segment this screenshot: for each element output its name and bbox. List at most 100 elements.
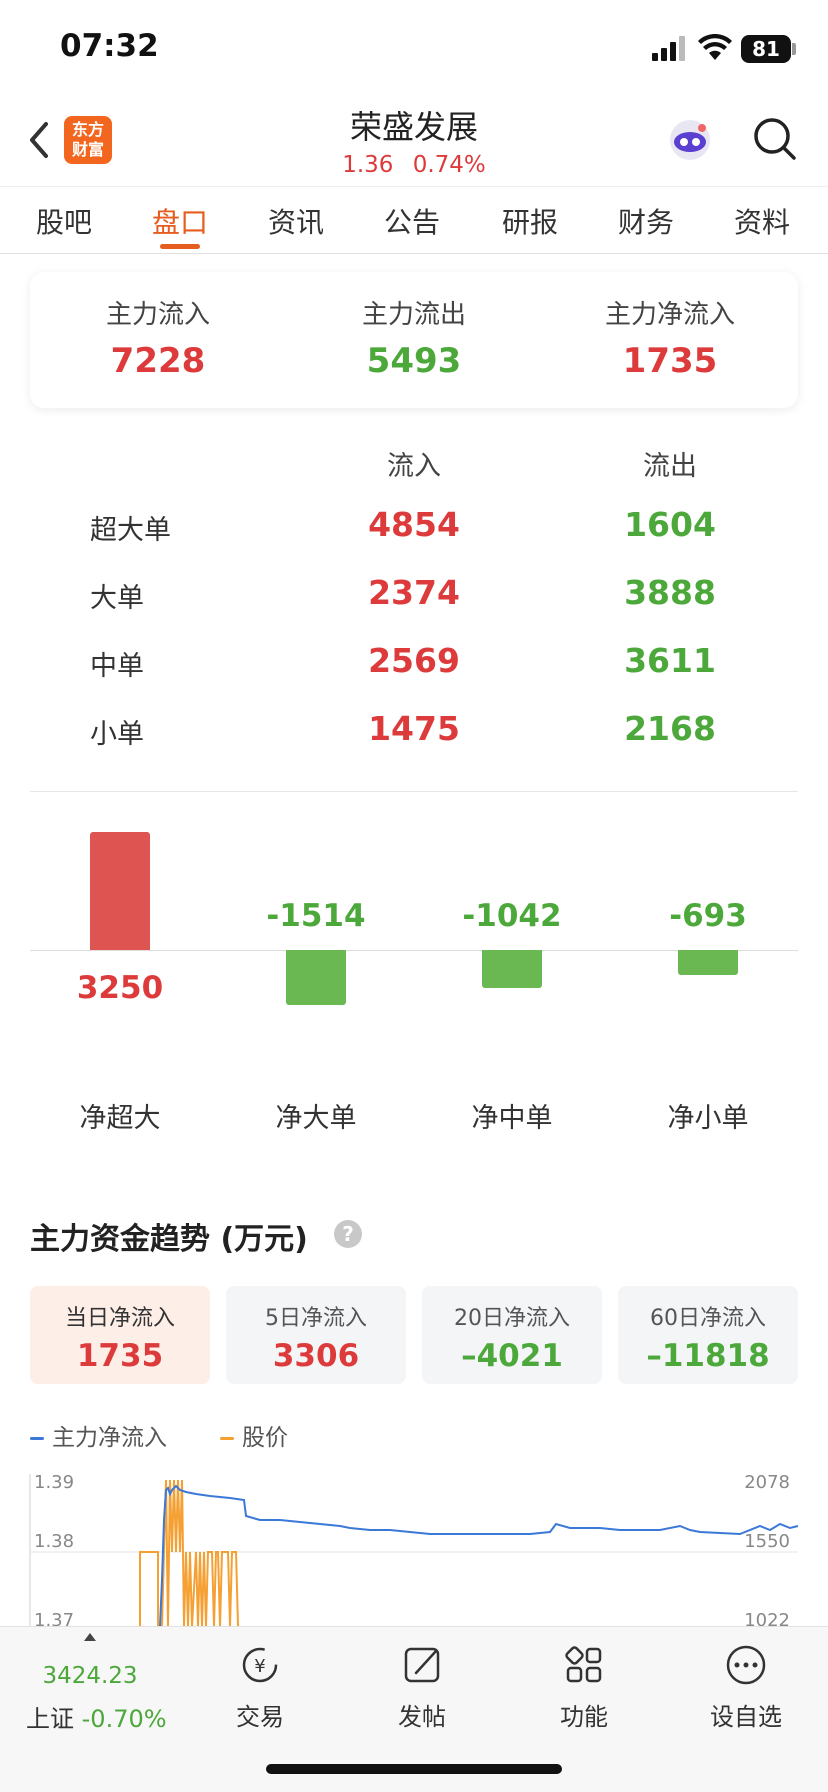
nav-label: 交易 bbox=[236, 1703, 284, 1731]
main-outflow-col: 主力流出 5493 bbox=[286, 294, 542, 381]
stat-60day-net-inflow[interactable]: 60日净流入 –11818 bbox=[618, 1286, 798, 1384]
flow-header-outflow: 流出 bbox=[643, 451, 697, 482]
cellular-signal-icon bbox=[652, 36, 685, 61]
series-main-net-inflow-line bbox=[159, 1484, 799, 1626]
trend-title: 主力资金趋势 (万元) bbox=[30, 1222, 308, 1257]
stat-value: 1735 bbox=[76, 1338, 164, 1374]
nav-trade[interactable]: ¥ 交易 bbox=[200, 1643, 320, 1732]
home-indicator bbox=[266, 1764, 562, 1774]
main-net-inflow-label: 主力净流入 bbox=[604, 300, 735, 330]
battery-cap bbox=[792, 43, 796, 55]
legend-swatch bbox=[30, 1437, 44, 1440]
tab-pankou[interactable]: 盘口 bbox=[130, 201, 230, 241]
series-stock-price-line bbox=[139, 1479, 239, 1626]
flow-row-outflow: 2168 bbox=[624, 709, 716, 748]
svg-text:¥: ¥ bbox=[254, 1656, 265, 1677]
stat-today-net-inflow[interactable]: 当日净流入 1735 bbox=[30, 1286, 210, 1384]
search-icon[interactable] bbox=[752, 116, 798, 162]
wifi-icon bbox=[698, 34, 732, 60]
stat-value: –4021 bbox=[461, 1338, 563, 1374]
net-bar-category-0: 净超大 bbox=[79, 1103, 161, 1134]
tab-profile[interactable]: 资料 bbox=[712, 201, 812, 241]
nav-label: 发帖 bbox=[398, 1703, 446, 1731]
index-value[interactable]: 3424.23 bbox=[30, 1663, 150, 1689]
flow-row-outflow: 3611 bbox=[624, 641, 716, 680]
more-icon bbox=[726, 1645, 766, 1685]
stat-5day-net-inflow[interactable]: 5日净流入 3306 bbox=[226, 1286, 406, 1384]
main-net-inflow-value: 1735 bbox=[622, 341, 718, 381]
legend-main-net-inflow: 主力净流入 bbox=[30, 1418, 167, 1452]
nav-functions[interactable]: 功能 bbox=[524, 1643, 644, 1732]
net-bar-value-0: 3250 bbox=[76, 970, 164, 1006]
flow-row-label: 超大单 bbox=[90, 515, 171, 546]
net-bar-value-2: -1042 bbox=[462, 898, 562, 934]
net-bar-category-1: 净大单 bbox=[275, 1103, 357, 1134]
y-right-tick: 1022 bbox=[744, 1610, 790, 1626]
main-net-inflow-col: 主力净流入 1735 bbox=[542, 294, 798, 381]
index-up-arrow-icon bbox=[84, 1633, 96, 1641]
main-inflow-value: 7228 bbox=[110, 341, 206, 381]
tab-research[interactable]: 研报 bbox=[480, 201, 580, 241]
help-icon[interactable]: ? bbox=[334, 1220, 362, 1248]
main-inflow-label: 主力流入 bbox=[105, 300, 210, 330]
flow-row-label: 小单 bbox=[90, 719, 144, 750]
stat-value: 3306 bbox=[272, 1338, 360, 1374]
flow-row-label: 大单 bbox=[90, 583, 144, 614]
nav-label: 功能 bbox=[560, 1703, 608, 1731]
net-bar-2 bbox=[482, 950, 542, 988]
main-flow-card: 主力流入 7228 主力流出 5493 主力净流入 1735 bbox=[30, 272, 798, 408]
flow-row-inflow: 2569 bbox=[368, 641, 460, 680]
legend-label: 股价 bbox=[242, 1425, 288, 1451]
edit-icon bbox=[404, 1647, 440, 1683]
net-bar-value-1: -1514 bbox=[266, 898, 366, 934]
tab-finance[interactable]: 财务 bbox=[596, 201, 696, 241]
stat-label: 60日净流入 bbox=[650, 1306, 766, 1331]
main-inflow-col: 主力流入 7228 bbox=[30, 294, 286, 381]
stock-price: 1.36 bbox=[342, 152, 394, 178]
index-change: -0.70% bbox=[81, 1705, 167, 1733]
net-bar-1 bbox=[286, 950, 346, 1005]
flow-header-inflow: 流入 bbox=[387, 451, 441, 482]
robot-assistant-icon[interactable] bbox=[666, 116, 714, 164]
stat-label: 5日净流入 bbox=[265, 1306, 367, 1331]
net-bar-3 bbox=[678, 950, 738, 975]
flow-row-outflow: 3888 bbox=[624, 573, 716, 612]
stat-label: 当日净流入 bbox=[64, 1306, 175, 1331]
tab-announcements[interactable]: 公告 bbox=[362, 201, 462, 241]
legend-swatch bbox=[220, 1437, 234, 1440]
flow-row-inflow: 1475 bbox=[368, 709, 460, 748]
battery-indicator: 81 bbox=[741, 35, 791, 63]
index-info[interactable]: 上证 -0.70% bbox=[26, 1699, 167, 1734]
nav-add-watchlist[interactable]: 设自选 bbox=[686, 1643, 806, 1732]
stock-change-pct: 0.74% bbox=[412, 152, 486, 178]
flow-row-inflow: 2374 bbox=[368, 573, 460, 612]
legend-stock-price: 股价 bbox=[220, 1418, 288, 1452]
flow-row-outflow: 1604 bbox=[624, 505, 716, 544]
stat-20day-net-inflow[interactable]: 20日净流入 –4021 bbox=[422, 1286, 602, 1384]
net-bar-value-3: -693 bbox=[669, 898, 747, 934]
intraday-trend-chart: 1.39 1.38 1.37 2078 1550 1022 bbox=[29, 1472, 799, 1626]
tab-guba[interactable]: 股吧 bbox=[14, 201, 114, 241]
net-bar-category-2: 净中单 bbox=[471, 1103, 553, 1134]
tab-bar: 股吧 盘口 资讯 公告 研报 财务 资料 bbox=[0, 186, 828, 254]
main-outflow-value: 5493 bbox=[366, 341, 462, 381]
y-right-tick: 1550 bbox=[744, 1531, 790, 1552]
flow-row-inflow: 4854 bbox=[368, 505, 460, 544]
y-left-tick: 1.37 bbox=[34, 1610, 74, 1626]
nav-post[interactable]: 发帖 bbox=[362, 1643, 482, 1732]
index-name: 上证 bbox=[26, 1705, 74, 1733]
tab-news[interactable]: 资讯 bbox=[246, 201, 346, 241]
flow-row-label: 中单 bbox=[90, 651, 144, 682]
y-left-tick: 1.38 bbox=[34, 1531, 74, 1552]
main-outflow-label: 主力流出 bbox=[361, 300, 466, 330]
y-left-tick: 1.39 bbox=[34, 1472, 74, 1493]
net-bar-0 bbox=[90, 832, 150, 950]
status-time: 07:32 bbox=[60, 28, 159, 64]
stat-value: –11818 bbox=[646, 1338, 770, 1374]
active-tab-indicator bbox=[160, 244, 200, 249]
section-divider bbox=[30, 791, 798, 792]
y-right-tick: 2078 bbox=[744, 1472, 790, 1493]
stat-label: 20日净流入 bbox=[454, 1306, 570, 1331]
nav-label: 设自选 bbox=[710, 1703, 782, 1731]
grid-icon bbox=[565, 1646, 602, 1683]
